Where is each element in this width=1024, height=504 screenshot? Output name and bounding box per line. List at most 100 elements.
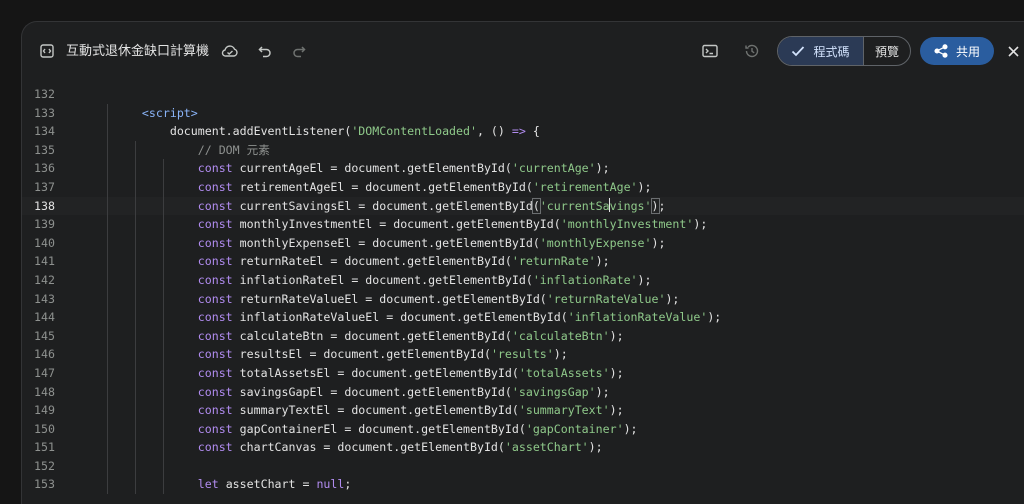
code-token: 'currentSa	[539, 198, 610, 213]
code-text: const currentAgeEl = document.getElement…	[114, 159, 610, 178]
code-view-button[interactable]: 程式碼	[778, 37, 864, 65]
code-token: retirementAgeEl = document.getElementByI…	[232, 179, 533, 194]
code-token: savingsGapEl = document.getElementById(	[232, 384, 512, 399]
code-token: );	[665, 291, 680, 306]
code-line[interactable]: 142 const inflationRateEl = document.get…	[22, 270, 1024, 290]
terminal-icon[interactable]	[698, 39, 722, 63]
undo-icon[interactable]	[254, 39, 276, 63]
code-token: 'inflationRateValue'	[567, 310, 708, 325]
close-icon[interactable]	[1004, 40, 1022, 62]
code-text: const monthlyInvestmentEl = document.get…	[114, 215, 708, 234]
indent-guide	[107, 326, 108, 346]
code-editor[interactable]: 132 133 <script> 134 document.addEventLis…	[22, 85, 1024, 504]
code-token: );	[693, 217, 708, 232]
code-token: );	[651, 235, 666, 250]
share-button[interactable]: 共用	[920, 37, 994, 65]
code-line[interactable]: 146 const resultsEl = document.getElemen…	[22, 345, 1024, 364]
line-number: 134	[34, 124, 55, 139]
code-token: 'gapContainer'	[525, 421, 624, 436]
share-icon	[934, 44, 948, 58]
code-token: 'results'	[490, 347, 554, 362]
code-line[interactable]: 149 const summaryTextEl = document.getEl…	[22, 401, 1024, 420]
code-text: <script>	[114, 104, 198, 123]
code-line[interactable]: 151 const chartCanvas = document.getElem…	[22, 438, 1024, 457]
code-token: inflationRateEl = document.getElementByI…	[232, 272, 533, 287]
code-text: const totalAssetsEl = document.getElemen…	[114, 364, 624, 383]
code-line[interactable]: 140 const monthlyExpenseEl = document.ge…	[22, 233, 1024, 253]
code-token: );	[707, 310, 722, 325]
code-line[interactable]: 148 const savingsGapEl = document.getEle…	[22, 382, 1024, 402]
code-token: assetChart =	[218, 477, 317, 492]
code-token: const	[197, 217, 233, 232]
code-line[interactable]: 144 const inflationRateValueEl = documen…	[22, 308, 1024, 327]
code-line[interactable]: 136 const currentAgeEl = document.getEle…	[22, 159, 1024, 178]
code-editor-panel: 互動式退休金缺口計算機 程式碼 預覽 共用 132 133 <script> 1…	[21, 21, 1024, 504]
code-text: const inflationRateEl = document.getElem…	[114, 271, 652, 290]
code-token: const	[197, 328, 233, 343]
line-number: 135	[34, 142, 55, 157]
code-line[interactable]: 141 const returnRateEl = document.getEle…	[22, 252, 1024, 271]
code-token: const	[197, 421, 233, 436]
code-token: 'calculateBtn'	[511, 328, 610, 343]
code-line[interactable]: 132	[22, 85, 1024, 104]
code-token: const	[197, 272, 233, 287]
code-token: , ()	[476, 124, 512, 139]
line-number: 146	[34, 347, 55, 362]
code-line[interactable]: 150 const gapContainerEl = document.getE…	[22, 419, 1024, 439]
code-token: ;	[344, 477, 352, 492]
code-line[interactable]: 137 const retirementAgeEl = document.get…	[22, 177, 1024, 197]
preview-label: 預覽	[874, 44, 899, 59]
code-token: 'savingsGap'	[511, 384, 596, 399]
code-line[interactable]: 139 const monthlyInvestmentEl = document…	[22, 215, 1024, 234]
code-line[interactable]: 147 const totalAssetsEl = document.getEl…	[22, 363, 1024, 383]
code-token: ;	[658, 198, 666, 213]
code-token: );	[637, 179, 652, 194]
code-line[interactable]: 134 document.addEventListener('DOMConten…	[22, 122, 1024, 141]
code-text: const gapContainerEl = document.getEleme…	[114, 420, 638, 439]
code-token: const	[197, 310, 233, 325]
code-token: 'summaryText'	[518, 403, 610, 418]
history-icon[interactable]	[740, 39, 764, 63]
code-text: const calculateBtn = document.getElement…	[114, 327, 624, 346]
code-line[interactable]: 138 const currentSavingsEl = document.ge…	[22, 196, 1024, 216]
code-line[interactable]: 152	[22, 456, 1024, 476]
preview-button[interactable]: 預覽	[864, 37, 910, 65]
code-token: 'retirementAge'	[532, 179, 638, 194]
check-icon	[791, 45, 805, 57]
code-preview-toggle: 程式碼 預覽	[777, 36, 911, 66]
code-token: null	[316, 477, 345, 492]
code-token: inflationRateValueEl = document.getEleme…	[232, 310, 568, 325]
code-token: );	[595, 254, 610, 269]
indent-guide	[107, 252, 108, 271]
code-token: totalAssetsEl = document.getElementById(	[232, 365, 519, 380]
code-line[interactable]: 143 const returnRateValueEl = document.g…	[22, 289, 1024, 309]
code-line[interactable]: 145 const calculateBtn = document.getEle…	[22, 326, 1024, 346]
line-number: 148	[34, 384, 55, 399]
code-doc-icon	[38, 42, 56, 60]
code-token: gapContainerEl = document.getElementById…	[232, 421, 526, 436]
line-number: 145	[34, 328, 55, 343]
indent-guide	[107, 122, 108, 141]
code-line[interactable]: 135 // DOM 元素	[22, 140, 1024, 160]
redo-icon[interactable]	[288, 39, 310, 63]
cloud-icon[interactable]	[218, 39, 242, 63]
code-token: );	[553, 347, 568, 362]
code-line[interactable]: 153 let assetChart = null;	[22, 475, 1024, 495]
line-number: 153	[34, 477, 55, 492]
code-line[interactable]: 133 <script>	[22, 103, 1024, 123]
code-token: 'returnRate'	[511, 254, 596, 269]
line-number: 141	[34, 254, 55, 269]
code-token: monthlyExpenseEl = document.getElementBy…	[232, 235, 540, 250]
code-token: 'currentAge'	[511, 161, 596, 176]
code-text: const currentSavingsEl = document.getEle…	[114, 197, 665, 216]
